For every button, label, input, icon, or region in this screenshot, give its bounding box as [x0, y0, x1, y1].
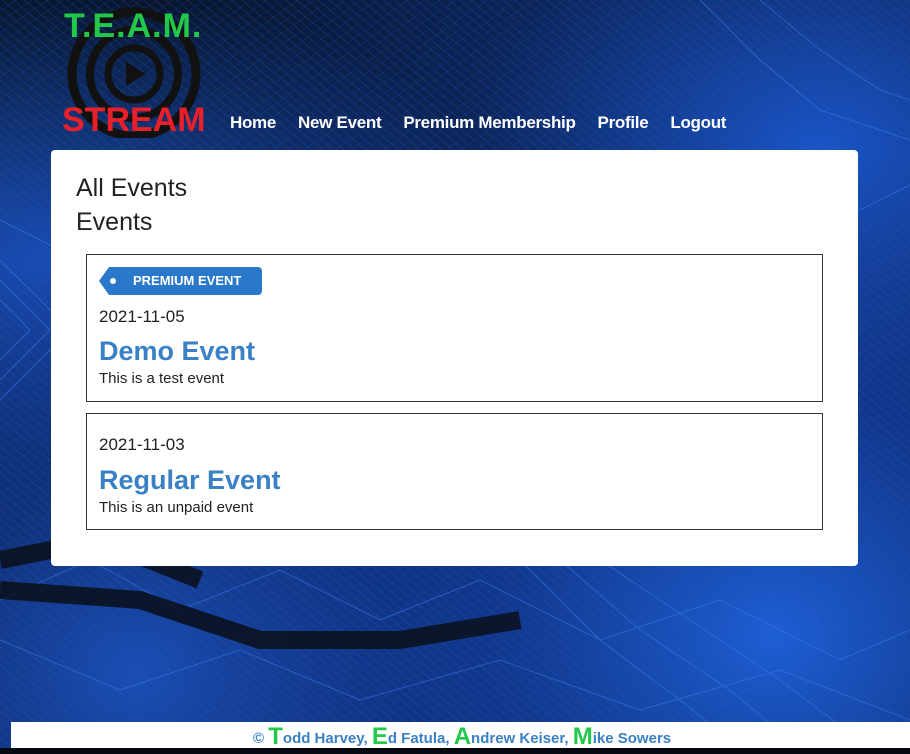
logo-bottom-text: STREAM	[62, 101, 206, 139]
event-date: 2021-11-03	[99, 435, 185, 454]
author-name: odd Harvey,	[282, 730, 368, 747]
event-title-link[interactable]: Regular Event	[99, 463, 281, 497]
author-initial: T	[268, 723, 283, 750]
author-name: ndrew Keiser,	[471, 730, 569, 747]
event-title-link[interactable]: Demo Event	[99, 334, 255, 368]
section-title: Events	[76, 208, 153, 236]
event-item: 2021-11-03 Regular Event This is an unpa…	[86, 413, 823, 530]
event-description: This is an unpaid event	[99, 499, 254, 516]
logo-top-text: T.E.A.M.	[64, 7, 203, 45]
footer-credits: © Todd Harvey, Ed Fatula, Andrew Keiser,…	[253, 722, 671, 754]
main-nav: Home New Event Premium Membership Profil…	[230, 110, 748, 136]
team-stream-logo[interactable]: T.E.A.M. STREAM	[48, 6, 220, 139]
nav-home[interactable]: Home	[230, 110, 276, 136]
premium-event-badge[interactable]: PREMIUM EVENT	[99, 267, 262, 295]
nav-logout[interactable]: Logout	[670, 110, 726, 136]
nav-premium-membership[interactable]: Premium Membership	[403, 110, 576, 136]
event-item: PREMIUM EVENT 2021-11-05 Demo Event This…	[86, 254, 823, 402]
badge-label: PREMIUM EVENT	[133, 273, 242, 288]
tag-dot-icon	[110, 278, 116, 284]
author-initial: M	[572, 723, 593, 750]
nav-new-event[interactable]: New Event	[298, 110, 382, 136]
footer: © Todd Harvey, Ed Fatula, Andrew Keiser,…	[11, 722, 910, 750]
author-initial: E	[371, 723, 388, 750]
event-description: This is a test event	[99, 370, 225, 387]
page-title: All Events	[76, 174, 188, 202]
event-date: 2021-11-05	[99, 307, 185, 326]
copyright-symbol: ©	[253, 730, 265, 747]
author-initial: A	[453, 723, 472, 750]
author-name: ike Sowers	[592, 730, 672, 747]
nav-profile[interactable]: Profile	[598, 110, 649, 136]
events-card: All Events Events PREMIUM EVENT 2021-11-…	[51, 150, 858, 566]
author-name: d Fatula,	[387, 730, 450, 747]
